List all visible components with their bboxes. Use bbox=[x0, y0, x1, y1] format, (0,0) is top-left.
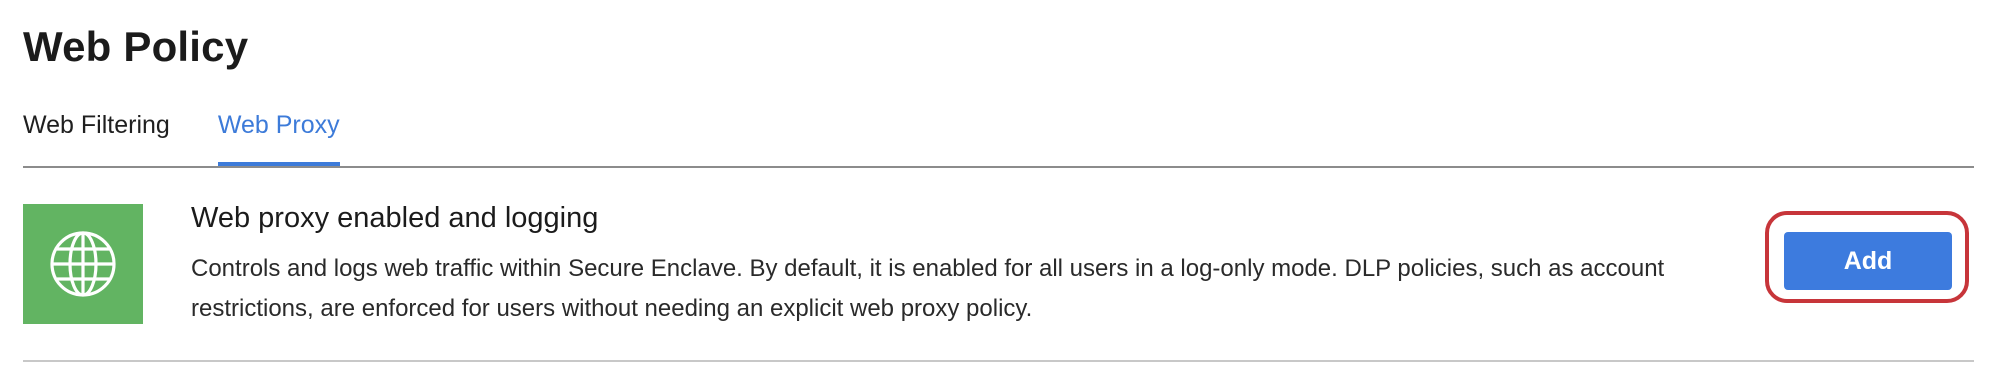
add-button[interactable]: Add bbox=[1784, 232, 1952, 290]
page-title: Web Policy bbox=[23, 23, 249, 70]
policy-row: Web proxy enabled and logging Controls a… bbox=[23, 166, 1974, 362]
tab-bar: Web Filtering Web Proxy bbox=[23, 100, 1974, 168]
globe-icon bbox=[23, 204, 143, 324]
policy-description: Controls and logs web traffic within Sec… bbox=[191, 255, 1665, 322]
tab-web-proxy[interactable]: Web Proxy bbox=[217, 100, 340, 166]
tab-web-filtering[interactable]: Web Filtering bbox=[23, 100, 170, 164]
policy-title: Web proxy enabled and logging bbox=[191, 202, 599, 234]
web-policy-page: Web Policy Web Filtering Web Proxy Web p… bbox=[0, 0, 1994, 388]
